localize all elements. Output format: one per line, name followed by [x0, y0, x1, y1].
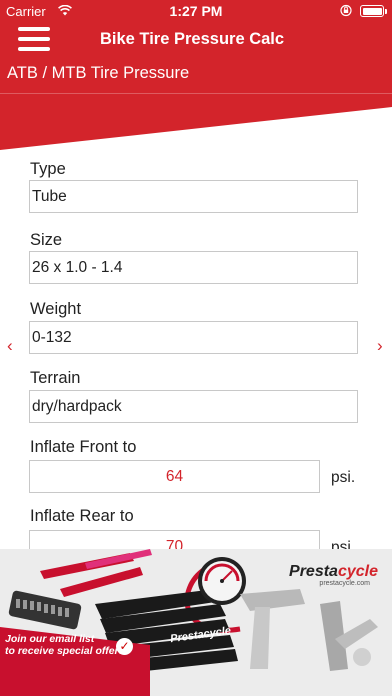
checkmark-icon: ✓ [116, 638, 133, 655]
ad-brand-prefix: Presta [289, 563, 338, 580]
ad-brand-logo: Prestacycle [289, 563, 378, 581]
type-label: Type [30, 160, 66, 178]
inflate-front-value: 64 [29, 460, 320, 493]
ad-banner[interactable]: Prestacycle prestacycle.com Prestacycle … [0, 549, 392, 696]
ad-brand-suffix: cycle [337, 563, 378, 580]
ad-promo-line-2: to receive special offers! [5, 645, 128, 657]
terrain-label: Terrain [30, 369, 81, 387]
ad-promo-text: Join our email list to receive special o… [5, 633, 128, 657]
size-field[interactable]: 26 x 1.0 - 1.4 [29, 251, 358, 284]
inflate-rear-label: Inflate Rear to [30, 507, 134, 525]
ad-brand-url: prestacycle.com [319, 580, 370, 587]
weight-field[interactable]: 0-132 [29, 321, 358, 354]
terrain-field[interactable]: dry/hardpack [29, 390, 358, 423]
size-label: Size [30, 231, 63, 249]
next-arrow-icon[interactable]: › [377, 336, 383, 356]
ad-promo-line-1: Join our email list [5, 633, 95, 645]
type-field[interactable]: Tube [29, 180, 358, 213]
weight-label: Weight [30, 300, 82, 318]
previous-arrow-icon[interactable]: ‹ [7, 336, 13, 356]
inflate-front-label: Inflate Front to [30, 438, 137, 456]
inflate-front-unit: psi. [331, 469, 356, 486]
